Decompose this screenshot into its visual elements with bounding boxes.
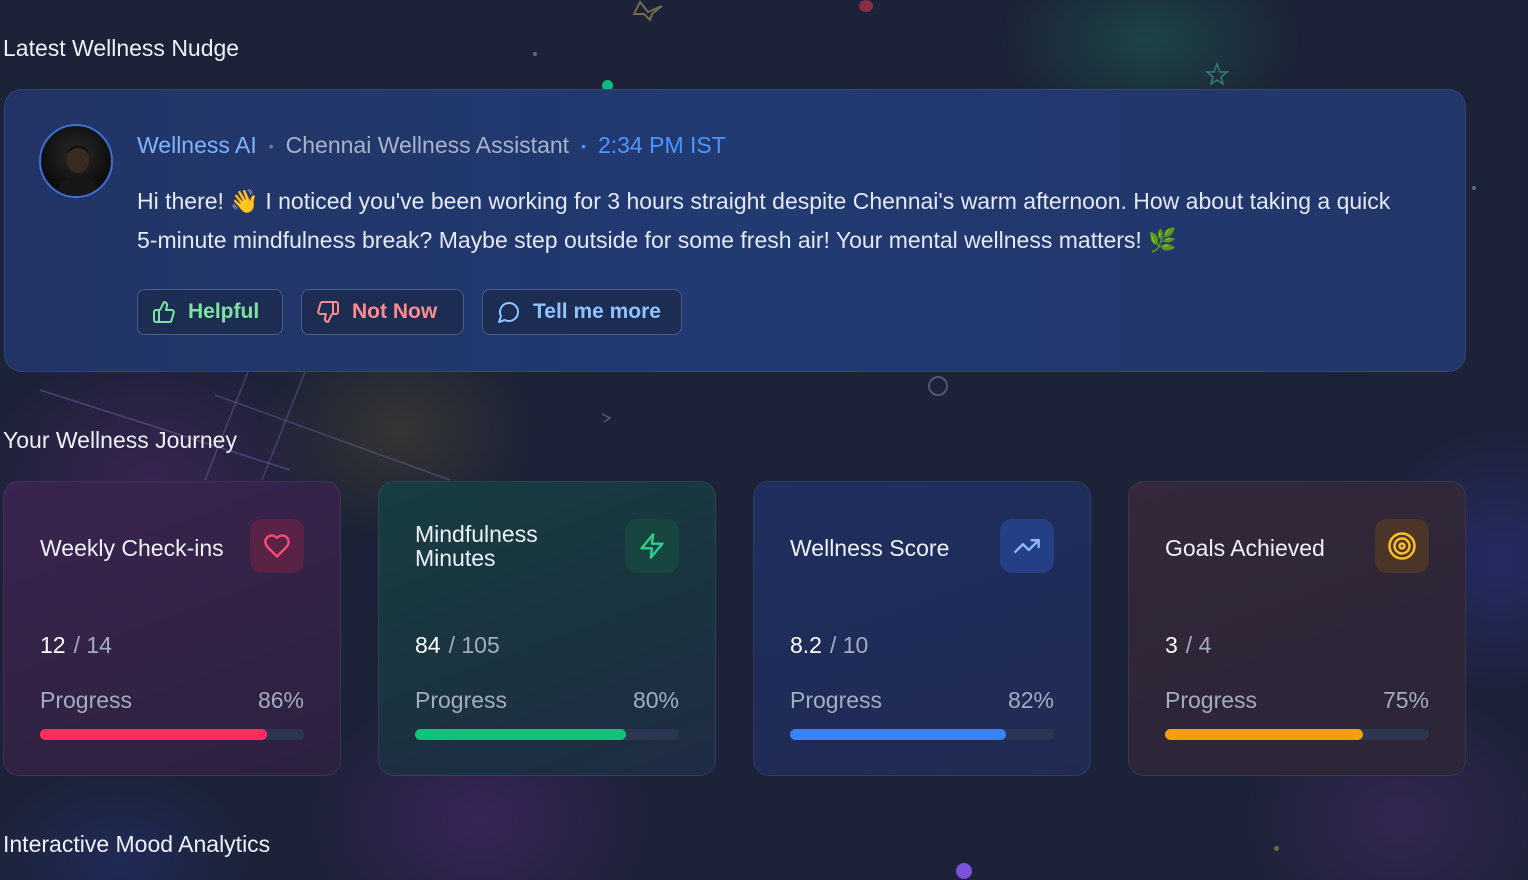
not-now-button[interactable]: Not Now	[301, 289, 464, 335]
decor-dot	[533, 52, 537, 56]
target-icon	[1375, 519, 1429, 573]
stat-value: 3 / 4	[1165, 632, 1211, 659]
heart-icon	[250, 519, 304, 573]
sender-name: Wellness AI	[137, 132, 257, 158]
progress-label: Progress	[790, 687, 883, 713]
stat-card-title: Wellness Score	[790, 535, 950, 561]
stat-current: 12	[40, 632, 66, 658]
lightning-icon	[625, 519, 679, 573]
tell-me-more-button[interactable]: Tell me more	[482, 289, 682, 335]
progress-bar	[1165, 729, 1429, 740]
progress-bar-fill	[40, 729, 268, 740]
section-title-journey: Your Wellness Journey	[3, 427, 237, 453]
message-timestamp: 2:34 PM IST	[597, 132, 726, 158]
decor-dot	[956, 863, 972, 879]
stat-total: / 105	[448, 632, 500, 658]
stat-value: 84 / 105	[415, 632, 500, 659]
tell-me-more-label: Tell me more	[533, 300, 661, 323]
progress-bar	[415, 729, 679, 740]
progress-label: Progress	[415, 687, 508, 713]
stat-card-wellness-score[interactable]: Wellness Score 8.2 / 10 Progress 82%	[753, 481, 1091, 776]
stat-value: 8.2 / 10	[790, 632, 868, 659]
stat-card-weekly-checkins[interactable]: Weekly Check-ins 12 / 14 Progress 86%	[3, 481, 341, 776]
progress-percent: 82%	[1007, 687, 1054, 713]
progress-bar-fill	[1165, 729, 1363, 740]
helpful-label: Helpful	[188, 300, 260, 323]
sender-role: Chennai Wellness Assistant	[285, 132, 570, 158]
progress-bar	[790, 729, 1054, 740]
progress-percent: 75%	[1382, 687, 1429, 713]
stat-current: 3	[1165, 632, 1178, 658]
stat-total: / 10	[829, 632, 869, 658]
stat-card-title: Goals Achieved	[1165, 535, 1325, 561]
progress-label: Progress	[40, 687, 133, 713]
message-circle-icon	[498, 302, 519, 323]
nudge-header: Wellness AI • Chennai Wellness Assistant…	[137, 132, 726, 159]
wellness-nudge-card: Wellness AI • Chennai Wellness Assistant…	[4, 89, 1466, 372]
stat-total: / 4	[1185, 632, 1212, 658]
stat-card-goals-achieved[interactable]: Goals Achieved 3 / 4 Progress 75%	[1128, 481, 1466, 776]
decor-dot	[1472, 186, 1476, 190]
progress-percent: 86%	[257, 687, 304, 713]
stat-total: / 14	[73, 632, 112, 658]
section-title-analytics: Interactive Mood Analytics	[3, 831, 271, 857]
stat-card-title: Mindfulness Minutes	[415, 521, 538, 571]
trending-up-icon	[1000, 519, 1054, 573]
stat-current: 84	[415, 632, 441, 658]
avatar	[39, 124, 113, 198]
nudge-message: Hi there! 👋 I noticed you've been workin…	[137, 188, 1391, 253]
not-now-label: Not Now	[352, 300, 438, 323]
decor-dot	[859, 0, 873, 12]
thumbs-up-icon	[153, 301, 175, 323]
progress-bar-fill	[415, 729, 627, 740]
section-title-nudge: Latest Wellness Nudge	[3, 35, 240, 61]
progress-label: Progress	[1165, 687, 1258, 713]
stat-card-mindfulness-minutes[interactable]: Mindfulness Minutes 84 / 105 Progress 80%	[378, 481, 716, 776]
separator-dot: •	[581, 137, 586, 154]
thumbs-down-icon	[317, 301, 339, 323]
stat-current: 8.2	[790, 632, 822, 658]
progress-bar	[40, 729, 304, 740]
decor-dot	[1274, 846, 1279, 851]
separator-dot: •	[268, 137, 274, 154]
helpful-button[interactable]: Helpful	[137, 289, 283, 335]
stat-value: 12 / 14	[40, 632, 112, 659]
progress-bar-fill	[790, 729, 1007, 740]
progress-percent: 80%	[632, 687, 679, 713]
stat-card-title: Weekly Check-ins	[40, 535, 224, 561]
